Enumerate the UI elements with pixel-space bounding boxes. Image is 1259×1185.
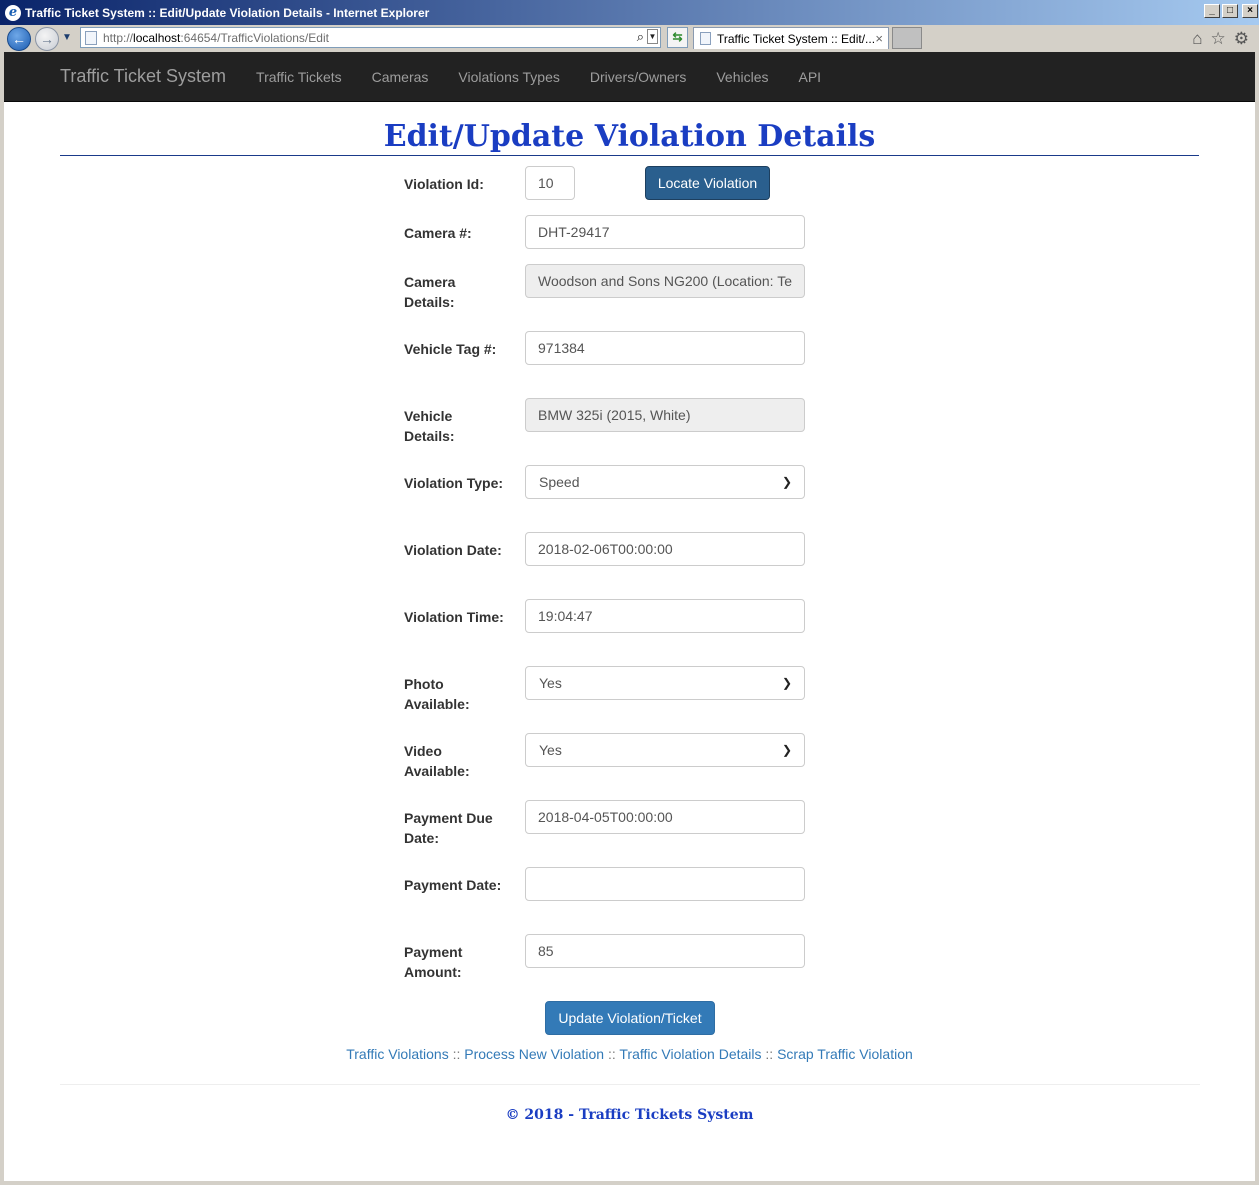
link-separator: :: <box>448 1046 465 1062</box>
payment-amount-label: Payment Amount: <box>404 944 463 980</box>
address-dropdown-icon[interactable]: ▼ <box>647 29 658 44</box>
maximize-button[interactable]: □ <box>1222 4 1238 18</box>
nav-link-vehicles[interactable]: Vehicles <box>701 69 783 85</box>
copyright-footer: © 2018 - Traffic Tickets System <box>505 1107 754 1123</box>
nav-link-api[interactable]: API <box>784 69 837 85</box>
address-bar[interactable]: http://localhost:64654/TrafficViolations… <box>80 27 661 48</box>
address-prefix: http:// <box>103 30 134 45</box>
payment-date-label: Payment Date: <box>404 877 502 893</box>
tab-page-icon <box>700 32 711 45</box>
internet-explorer-icon: e <box>5 4 21 21</box>
chevron-down-icon: ❯ <box>781 475 792 489</box>
back-arrow-icon[interactable]: ← <box>7 27 31 51</box>
violation-time-input[interactable]: 19:04:47 <box>525 599 805 633</box>
nav-link-drivers-owners[interactable]: Drivers/Owners <box>575 69 701 85</box>
camera-details-label: Camera Details: <box>404 274 456 310</box>
violation-type-select[interactable]: Speed ❯ <box>525 465 805 499</box>
address-path: :64654/TrafficViolations/Edit <box>180 30 329 45</box>
forward-arrow-icon[interactable]: → <box>35 27 59 51</box>
gear-icon[interactable]: ⚙ <box>1234 29 1249 49</box>
photo-available-label: Photo Available: <box>404 676 470 712</box>
search-icon[interactable]: ⌕ <box>637 29 644 45</box>
link-scrap-traffic-violation[interactable]: Scrap Traffic Violation <box>777 1046 913 1062</box>
update-violation-button[interactable]: Update Violation/Ticket <box>545 1001 715 1035</box>
nav-link-cameras[interactable]: Cameras <box>357 69 444 85</box>
vehicle-details-input[interactable]: BMW 325i (2015, White) <box>525 398 805 432</box>
vehicle-tag-label: Vehicle Tag #: <box>404 341 497 357</box>
vehicle-details-label: Vehicle Details: <box>404 408 455 444</box>
window-title: Traffic Ticket System :: Edit/Update Vio… <box>25 5 430 20</box>
window-controls: _ □ × <box>1204 4 1258 18</box>
camera-number-label: Camera #: <box>404 225 472 241</box>
chevron-down-icon: ❯ <box>781 743 792 757</box>
violation-id-label: Violation Id: <box>404 176 484 192</box>
nav-link-violation-types[interactable]: Violations Types <box>443 69 574 85</box>
camera-number-input[interactable]: DHT-29417 <box>525 215 805 249</box>
address-host: localhost <box>133 30 181 45</box>
window-title-bar: e Traffic Ticket System :: Edit/Update V… <box>0 0 1259 25</box>
photo-available-value: Yes <box>539 675 562 691</box>
link-separator: :: <box>604 1046 620 1062</box>
video-available-select[interactable]: Yes ❯ <box>525 733 805 767</box>
page-viewport: Traffic Ticket System Traffic Tickets Ca… <box>4 52 1255 1181</box>
browser-tab[interactable]: Traffic Ticket System :: Edit/... × <box>693 27 889 49</box>
history-dropdown-icon[interactable]: ▼ <box>62 32 72 43</box>
violation-type-value: Speed <box>539 474 580 490</box>
payment-due-date-input[interactable]: 2018-04-05T00:00:00 <box>525 800 805 834</box>
payment-due-date-label: Payment Due Date: <box>404 810 493 846</box>
refresh-icon[interactable]: ⇆ <box>667 27 688 48</box>
link-traffic-violation-details[interactable]: Traffic Violation Details <box>619 1046 761 1062</box>
violation-date-input[interactable]: 2018-02-06T00:00:00 <box>525 532 805 566</box>
minimize-button[interactable]: _ <box>1204 4 1220 18</box>
violation-type-label: Violation Type: <box>404 475 504 491</box>
chevron-down-icon: ❯ <box>781 676 792 690</box>
violation-date-label: Violation Date: <box>404 542 502 558</box>
page-title: Edit/Update Violation Details <box>60 119 1199 156</box>
vehicle-tag-input[interactable]: 971384 <box>525 331 805 365</box>
link-separator: :: <box>761 1046 778 1062</box>
violation-time-label: Violation Time: <box>404 609 504 625</box>
violation-id-input[interactable]: 10 <box>525 166 575 200</box>
close-button[interactable]: × <box>1242 4 1258 18</box>
tab-title: Traffic Ticket System :: Edit/... <box>717 31 876 46</box>
navbar-brand[interactable]: Traffic Ticket System <box>60 66 226 87</box>
window-bottom-border <box>0 1181 1259 1185</box>
tab-close-icon[interactable]: × <box>875 31 883 46</box>
camera-details-input[interactable]: Woodson and Sons NG200 (Location: Te <box>525 264 805 298</box>
nav-link-traffic-tickets[interactable]: Traffic Tickets <box>241 69 357 85</box>
page-icon <box>85 30 97 45</box>
browser-tools: ⌂ ☆ ⚙ <box>1192 29 1249 49</box>
link-traffic-violations[interactable]: Traffic Violations <box>346 1046 448 1062</box>
locate-violation-button[interactable]: Locate Violation <box>645 166 770 200</box>
footer-links: Traffic Violations :: Process New Violat… <box>4 1046 1255 1062</box>
video-available-label: Video Available: <box>404 743 470 779</box>
home-icon[interactable]: ⌂ <box>1192 29 1202 49</box>
favorites-star-icon[interactable]: ☆ <box>1211 29 1226 49</box>
payment-amount-input[interactable]: 85 <box>525 934 805 968</box>
payment-date-input[interactable] <box>525 867 805 901</box>
new-tab-button[interactable] <box>892 27 922 49</box>
video-available-value: Yes <box>539 742 562 758</box>
site-navbar: Traffic Ticket System Traffic Tickets Ca… <box>4 52 1255 102</box>
link-process-new-violation[interactable]: Process New Violation <box>464 1046 604 1062</box>
photo-available-select[interactable]: Yes ❯ <box>525 666 805 700</box>
footer-divider <box>60 1084 1200 1085</box>
